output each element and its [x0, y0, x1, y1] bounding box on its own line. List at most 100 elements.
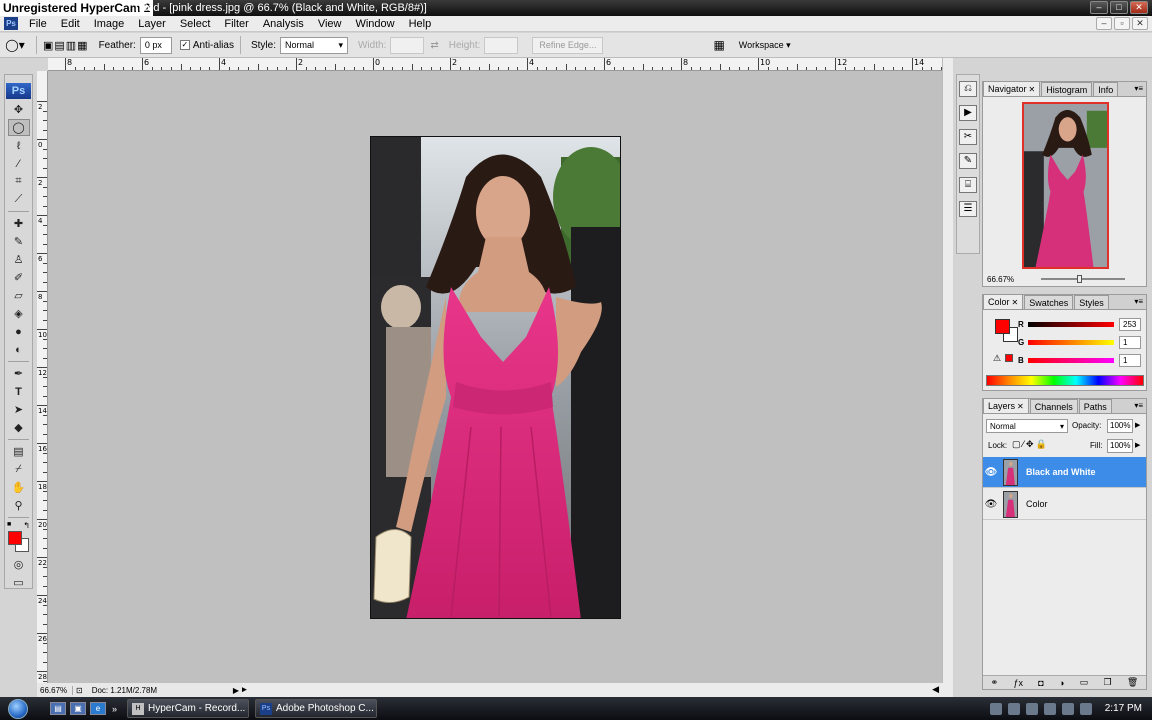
photoshop-logo-icon[interactable]: Ps [6, 83, 31, 99]
foreground-color-swatch[interactable] [8, 531, 22, 545]
layer-style-icon[interactable]: ƒx [1013, 678, 1023, 688]
pen-tool-icon[interactable]: ✒ [8, 365, 30, 382]
doc-minimize-icon[interactable]: – [1096, 17, 1112, 30]
tray-icon[interactable] [989, 702, 1002, 715]
elliptical-marquee-preset-icon[interactable]: ◯▾ [0, 38, 30, 52]
delete-layer-icon[interactable]: 🗑 [1127, 677, 1138, 688]
close-icon[interactable]: ✕ [1130, 1, 1148, 14]
menu-filter[interactable]: Filter [217, 16, 255, 32]
feather-input[interactable]: 0 px [139, 36, 172, 54]
navigator-zoom[interactable]: 66.67% [987, 275, 1014, 284]
style-select[interactable]: Normal ▾ [279, 36, 348, 54]
menu-layer[interactable]: Layer [131, 16, 173, 32]
notes-tool-icon[interactable]: ▤ [8, 443, 30, 460]
quicklaunch-more-icon[interactable]: » [112, 704, 117, 714]
scroll-left-arrow-icon[interactable]: ◀ [932, 684, 939, 695]
tab-swatches[interactable]: Swatches [1024, 295, 1074, 309]
eye-icon[interactable]: 👁 [983, 499, 999, 510]
navigator-zoom-slider[interactable] [1041, 275, 1125, 283]
show-desktop-icon[interactable]: ▤ [50, 702, 66, 715]
menu-image[interactable]: Image [87, 16, 132, 32]
maximize-icon[interactable]: □ [1110, 1, 1128, 14]
network-icon[interactable] [1043, 702, 1056, 715]
tab-channels[interactable]: Channels [1029, 399, 1078, 413]
history-panel-icon[interactable]: ⎌ [959, 81, 977, 97]
switch-windows-icon[interactable]: ▣ [70, 702, 86, 715]
eyedropper-tool-icon[interactable]: ⌿ [8, 461, 30, 478]
task-photoshop[interactable]: Ps Adobe Photoshop C... [255, 699, 378, 718]
blue-slider[interactable] [1028, 358, 1114, 363]
layer-row-color[interactable]: 👁 Color [983, 489, 1146, 520]
swap-dimensions-icon[interactable]: ⇄ [430, 40, 438, 51]
tray-icon[interactable] [1007, 702, 1020, 715]
fill-input[interactable]: 100% [1107, 439, 1133, 453]
doc-restore-icon[interactable]: ▫ [1114, 17, 1130, 30]
selection-mode-icons[interactable]: ▣▤▥▦ [43, 39, 89, 52]
color-spectrum-bar[interactable] [986, 375, 1144, 386]
fill-arrow-icon[interactable]: ▶ [1135, 441, 1140, 449]
panel-menu-icon[interactable]: ▾≡ [1134, 401, 1143, 410]
horizontal-scrollbar[interactable]: ▶ ◀ [240, 683, 953, 697]
tray-icon[interactable] [1025, 702, 1038, 715]
tool-presets-icon[interactable]: ✂ [959, 129, 977, 145]
doc-close-icon[interactable]: ✕ [1132, 17, 1148, 30]
antialias-option[interactable]: ✓ Anti-alias [179, 40, 234, 51]
clone-stamp-tool-icon[interactable]: ♙ [8, 251, 30, 268]
elliptical-marquee-tool-icon[interactable]: ◯ [7, 119, 30, 136]
type-tool-icon[interactable]: T [8, 383, 30, 400]
menu-view[interactable]: View [311, 16, 349, 32]
opacity-input[interactable]: 100% [1107, 419, 1133, 433]
group-icon[interactable]: ▭ [1080, 677, 1089, 688]
history-brush-tool-icon[interactable]: ✐ [8, 269, 30, 286]
blue-value[interactable]: 1 [1119, 354, 1141, 367]
link-layers-icon[interactable]: ⚭ [991, 677, 999, 688]
height-input[interactable] [484, 36, 519, 54]
layer-comps-icon[interactable]: ☰ [959, 201, 977, 217]
shape-tool-icon[interactable]: ◆ [8, 419, 30, 436]
swap-colors-icon[interactable]: ↰ [23, 521, 30, 530]
status-info-icon[interactable]: ⊡ [76, 686, 83, 695]
gamut-warning-icon[interactable]: ⚠ [993, 353, 1001, 364]
tab-paths[interactable]: Paths [1078, 399, 1112, 413]
opacity-arrow-icon[interactable]: ▶ [1135, 421, 1140, 429]
tab-info[interactable]: Info [1093, 82, 1119, 96]
panel-menu-icon[interactable]: ▾≡ [1134, 84, 1143, 93]
blur-tool-icon[interactable]: ● [8, 323, 30, 340]
menu-analysis[interactable]: Analysis [256, 16, 311, 32]
lasso-tool-icon[interactable]: ℓ [8, 137, 30, 154]
path-selection-tool-icon[interactable]: ➤ [8, 401, 30, 418]
panel-menu-icon[interactable]: ▾≡ [1134, 297, 1143, 306]
eye-icon[interactable]: 👁 [983, 467, 999, 478]
zoom-tool-icon[interactable]: ⚲ [8, 497, 30, 514]
quick-mask-icon[interactable]: ◎ [8, 556, 30, 573]
brushes-panel-icon[interactable]: ✎ [959, 153, 977, 169]
tab-styles[interactable]: Styles [1074, 295, 1109, 309]
tab-color[interactable]: Color ✕ [983, 294, 1024, 309]
color-panel-foreground[interactable] [995, 319, 1010, 334]
slice-tool-icon[interactable]: ⟋ [8, 191, 30, 208]
red-value[interactable]: 253 [1119, 318, 1141, 331]
tab-histogram[interactable]: Histogram [1041, 82, 1093, 96]
menu-select[interactable]: Select [173, 16, 218, 32]
healing-brush-tool-icon[interactable]: ✚ [8, 215, 30, 232]
clock[interactable]: 2:17 PM [1105, 703, 1142, 714]
adjustment-layer-icon[interactable]: ◑ [1059, 678, 1064, 688]
tab-layers[interactable]: Layers ✕ [983, 398, 1029, 413]
green-value[interactable]: 1 [1119, 336, 1141, 349]
antialias-checkbox[interactable]: ✓ [179, 40, 190, 50]
magic-wand-tool-icon[interactable]: ⁄ [8, 155, 30, 172]
brush-tool-icon[interactable]: ✎ [8, 233, 30, 250]
bridge-icon[interactable]: ▦ [713, 38, 724, 52]
minimize-icon[interactable]: – [1090, 1, 1108, 14]
width-input[interactable] [390, 36, 425, 54]
refine-edge-button[interactable]: Refine Edge... [532, 36, 604, 54]
paint-bucket-tool-icon[interactable]: ◈ [8, 305, 30, 322]
zoom-level[interactable]: 66.67% [37, 685, 73, 695]
blend-mode-select[interactable]: Normal ▾ [986, 419, 1068, 433]
red-slider[interactable] [1028, 322, 1114, 327]
clone-source-icon[interactable]: ⌸ [959, 177, 977, 193]
task-hypercam[interactable]: H HyperCam - Record... [127, 699, 250, 718]
green-slider[interactable] [1028, 340, 1114, 345]
screen-mode-icon[interactable]: ▭ [8, 574, 30, 591]
gamut-swatch[interactable] [1005, 354, 1013, 362]
